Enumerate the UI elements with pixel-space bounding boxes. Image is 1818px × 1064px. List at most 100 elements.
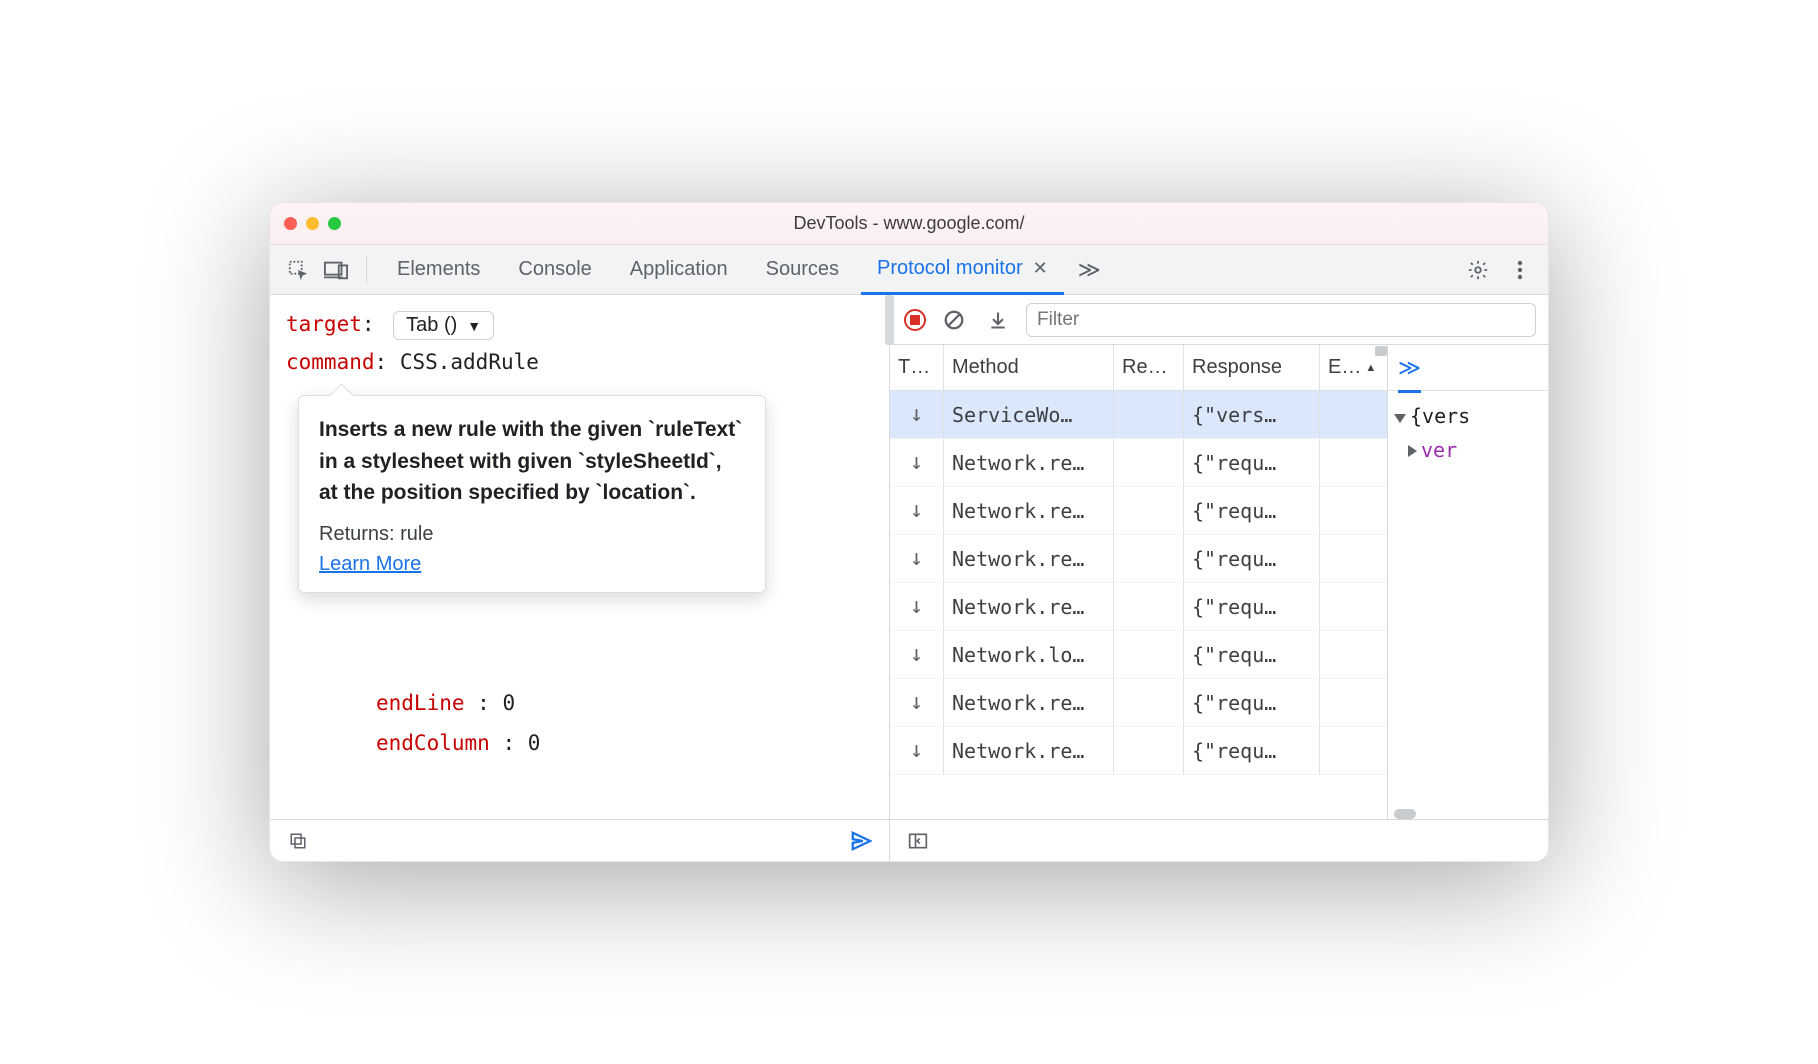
- cell-request: [1114, 535, 1184, 582]
- json-tree[interactable]: {vers ver: [1388, 391, 1548, 475]
- table-row[interactable]: ↓Network.re… {"requ…: [890, 439, 1387, 487]
- col-response[interactable]: Response: [1184, 345, 1320, 390]
- cell-response: {"requ…: [1184, 487, 1320, 534]
- col-type[interactable]: T…: [890, 345, 944, 390]
- cell-method: Network.re…: [944, 679, 1114, 726]
- cell-request: [1114, 727, 1184, 774]
- cell-request: [1114, 487, 1184, 534]
- cell-request: [1114, 679, 1184, 726]
- tab-sources[interactable]: Sources: [750, 245, 855, 295]
- send-command-icon[interactable]: [845, 825, 877, 857]
- col-method[interactable]: Method: [944, 345, 1114, 390]
- table-row[interactable]: ↓Network.re…{"requ…: [890, 679, 1387, 727]
- copy-icon[interactable]: [282, 825, 314, 857]
- cell-response: {"vers…: [1184, 391, 1320, 438]
- cell-type: ↓: [890, 727, 944, 774]
- vertical-splitter[interactable]: [885, 295, 894, 345]
- chevron-down-icon: ▼: [467, 318, 481, 334]
- cell-method: ServiceWo…: [944, 391, 1114, 438]
- tree-toggle-icon[interactable]: [1408, 445, 1417, 457]
- devtools-tabbar: Elements Console Application Sources Pro…: [270, 245, 1548, 295]
- table-row[interactable]: ↓Network.lo… {"requ…: [890, 631, 1387, 679]
- cell-type: ↓: [890, 535, 944, 582]
- tab-console[interactable]: Console: [502, 245, 607, 295]
- titlebar: DevTools - www.google.com/: [270, 203, 1548, 245]
- cell-type: ↓: [890, 487, 944, 534]
- cell-method: Network.re…: [944, 439, 1114, 486]
- tab-elements[interactable]: Elements: [381, 245, 496, 295]
- download-icon[interactable]: [982, 304, 1014, 336]
- cell-elapsed: [1320, 583, 1387, 630]
- table-row[interactable]: ↓Network.re… {"requ…: [890, 487, 1387, 535]
- command-editor[interactable]: target: Tab () ▼ command: CSS.addRule In…: [270, 295, 889, 819]
- monitor-footer: [890, 819, 1548, 861]
- cell-type: ↓: [890, 631, 944, 678]
- cell-method: Network.re…: [944, 583, 1114, 630]
- tree-toggle-icon[interactable]: [1394, 414, 1406, 423]
- table-row[interactable]: ↓Network.re… {"requ…: [890, 727, 1387, 775]
- cell-response: {"requ…: [1184, 631, 1320, 678]
- device-toolbar-icon[interactable]: [320, 254, 352, 286]
- toggle-sidebar-icon[interactable]: [902, 825, 934, 857]
- events-table: T… Method Re… Response E…▲ ↓ServiceWo…{"…: [890, 345, 1388, 819]
- cell-type: ↓: [890, 391, 944, 438]
- cell-request: [1114, 631, 1184, 678]
- divider: [366, 256, 367, 284]
- devtools-window: DevTools - www.google.com/ Elements Cons…: [269, 202, 1549, 862]
- cell-response: {"requ…: [1184, 535, 1320, 582]
- command-editor-pane: target: Tab () ▼ command: CSS.addRule In…: [270, 295, 890, 861]
- inspector-hscroll[interactable]: [1394, 809, 1544, 819]
- main-split: target: Tab () ▼ command: CSS.addRule In…: [270, 295, 1548, 861]
- cell-response: {"requ…: [1184, 679, 1320, 726]
- cell-method: Network.re…: [944, 727, 1114, 774]
- cell-type: ↓: [890, 439, 944, 486]
- cell-response: {"requ…: [1184, 583, 1320, 630]
- tab-application[interactable]: Application: [614, 245, 744, 295]
- more-inspector-tabs-icon[interactable]: ≫: [1398, 355, 1421, 393]
- kebab-menu-icon[interactable]: [1504, 254, 1536, 286]
- command-label: command: [286, 350, 375, 374]
- inspect-element-icon[interactable]: [282, 254, 314, 286]
- protocol-monitor-pane: T… Method Re… Response E…▲ ↓ServiceWo…{"…: [890, 295, 1548, 861]
- tooltip-learn-more-link[interactable]: Learn More: [319, 553, 421, 575]
- record-button[interactable]: [904, 309, 926, 331]
- cell-elapsed: [1320, 631, 1387, 678]
- tooltip-returns: Returns: rule: [319, 523, 745, 546]
- col-request[interactable]: Re…: [1114, 345, 1184, 390]
- table-row[interactable]: ↓Network.re… {"requ…: [890, 535, 1387, 583]
- table-row[interactable]: ↓ServiceWo… {"vers…: [890, 391, 1387, 439]
- cell-elapsed: [1320, 439, 1387, 486]
- close-tab-icon[interactable]: ✕: [1033, 258, 1048, 279]
- table-row[interactable]: ↓Network.re… {"requ…: [890, 583, 1387, 631]
- window-title: DevTools - www.google.com/: [270, 213, 1548, 234]
- table-body: ↓ServiceWo…{"vers…↓Network.re…{"requ…↓Ne…: [890, 391, 1387, 819]
- cell-elapsed: [1320, 679, 1387, 726]
- more-tabs-icon[interactable]: ≫: [1070, 257, 1109, 283]
- cell-elapsed: [1320, 727, 1387, 774]
- editor-body: endLine : 0 endColumn : 0: [286, 684, 873, 764]
- command-tooltip: Inserts a new rule with the given `ruleT…: [298, 395, 766, 593]
- cell-request: [1114, 391, 1184, 438]
- table-header: T… Method Re… Response E…▲: [890, 345, 1387, 391]
- cell-method: Network.lo…: [944, 631, 1114, 678]
- cell-request: [1114, 439, 1184, 486]
- filter-input[interactable]: [1026, 303, 1536, 337]
- settings-icon[interactable]: [1462, 254, 1494, 286]
- command-value: CSS.addRule: [400, 350, 539, 374]
- cell-request: [1114, 583, 1184, 630]
- cell-method: Network.re…: [944, 487, 1114, 534]
- clear-icon[interactable]: [938, 304, 970, 336]
- cell-response: {"requ…: [1184, 727, 1320, 774]
- cell-method: Network.re…: [944, 535, 1114, 582]
- column-scroll-thumb[interactable]: [1375, 346, 1387, 356]
- monitor-toolbar: [890, 295, 1548, 345]
- cell-elapsed: [1320, 535, 1387, 582]
- editor-footer: [270, 819, 889, 861]
- tab-protocol-monitor[interactable]: Protocol monitor ✕: [861, 245, 1064, 295]
- cell-elapsed: [1320, 391, 1387, 438]
- cell-response: {"requ…: [1184, 439, 1320, 486]
- cell-elapsed: [1320, 487, 1387, 534]
- target-select[interactable]: Tab () ▼: [393, 311, 494, 340]
- response-inspector: ≫ {vers ver: [1388, 345, 1548, 819]
- cell-type: ↓: [890, 583, 944, 630]
